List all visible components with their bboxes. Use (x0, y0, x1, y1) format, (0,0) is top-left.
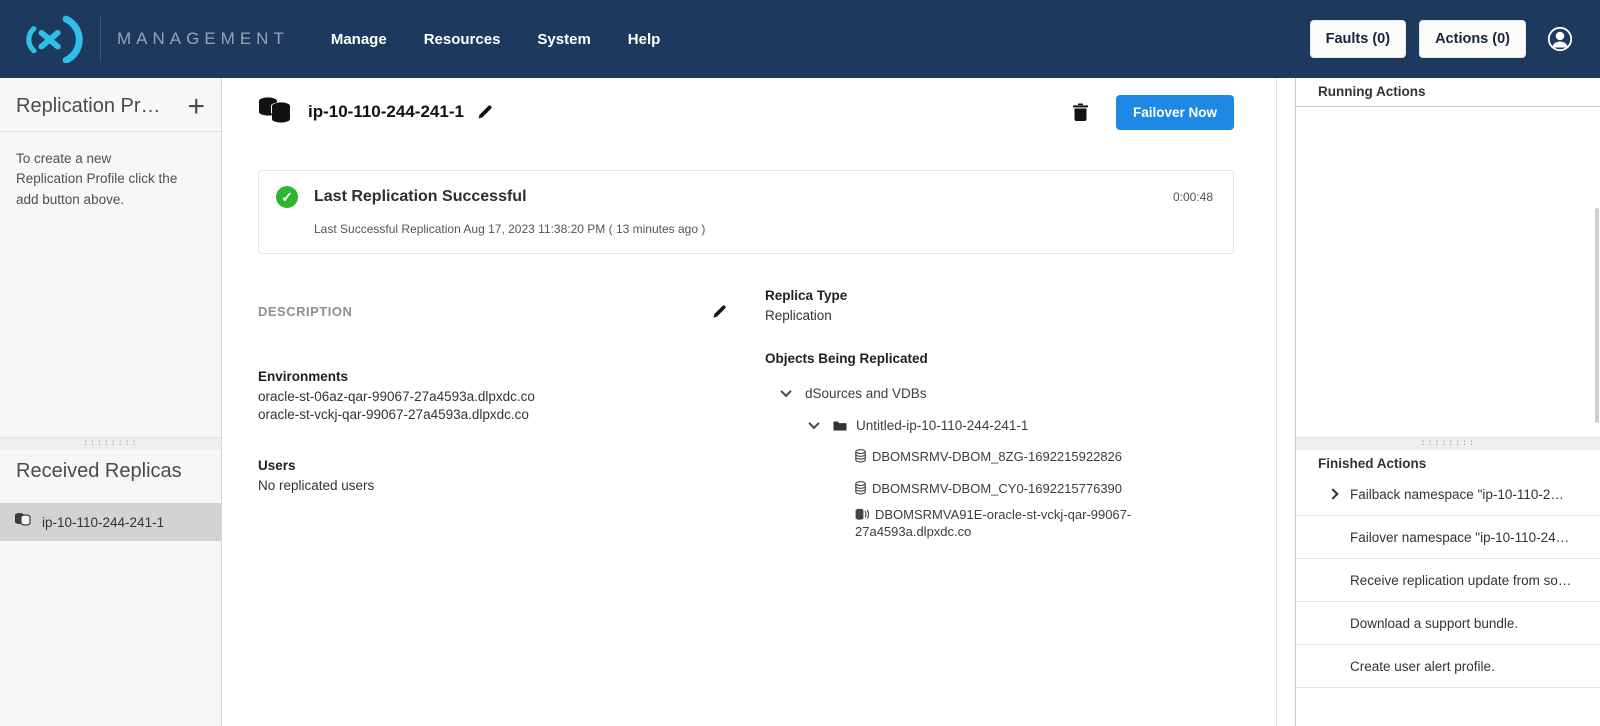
failover-now-button[interactable]: Failover Now (1116, 95, 1234, 130)
users-label: Users (258, 458, 727, 473)
scrollbar-thumb[interactable] (1595, 208, 1599, 423)
dsource-icon (855, 508, 869, 521)
finished-action-row[interactable]: Failback namespace "ip-10-110-2… (1296, 473, 1600, 516)
user-avatar-icon[interactable] (1546, 25, 1574, 53)
menu-help[interactable]: Help (628, 31, 661, 48)
actions-button[interactable]: Actions (0) (1419, 20, 1526, 58)
database-icon (855, 481, 866, 495)
tree-group-label: Untitled-ip-10-110-244-241-1 (856, 418, 1028, 433)
users-block: Users No replicated users (258, 458, 727, 495)
environments-label: Environments (258, 369, 727, 384)
sidebar-resize-handle[interactable]: :::::::: (0, 437, 221, 450)
delete-trash-icon[interactable] (1072, 102, 1089, 122)
tree-leaf-vdb[interactable]: DBOMSRMV-DBOM_8ZG-1692215922826 (855, 448, 1145, 466)
action-row-label: Download a support bundle. (1350, 616, 1518, 631)
main-content: ip-10-110-244-241-1 Failover Now (222, 78, 1277, 726)
panel-resize-handle[interactable]: :::::::: (1296, 437, 1600, 450)
page-title-row: ip-10-110-244-241-1 Failover Now (258, 93, 1234, 131)
chevron-down-icon[interactable] (808, 418, 819, 429)
chevron-right-icon[interactable] (1327, 488, 1338, 499)
objects-block: Objects Being Replicated dSources and VD… (765, 351, 1145, 541)
replication-profiles-header: Replication Pr… + (0, 78, 221, 132)
navbar-right: Faults (0) Actions (0) (1310, 20, 1574, 58)
action-row-label: Receive replication update from so… (1350, 573, 1571, 588)
title-actions: Failover Now (1072, 95, 1234, 130)
finished-action-row[interactable]: Receive replication update from so… (1296, 559, 1600, 602)
tree-node-dsources[interactable]: dSources and VDBs (765, 386, 1145, 401)
edit-title-pencil-icon[interactable] (477, 104, 493, 120)
database-stack-icon (258, 96, 294, 128)
status-head: ✓ Last Replication Successful 0:00:48 (276, 186, 1213, 208)
menu-system[interactable]: System (537, 31, 590, 48)
menu-resources[interactable]: Resources (424, 31, 501, 48)
detail-columns: DESCRIPTION Environments oracle-st-06az-… (258, 304, 1234, 541)
replica-type-label: Replica Type (765, 288, 1145, 303)
finished-action-row[interactable]: Failover namespace "ip-10-110-24… (1296, 516, 1600, 559)
finished-actions-list: Failback namespace "ip-10-110-2… Failove… (1296, 473, 1600, 688)
sidebar-item-replica[interactable]: ip-10-110-244-241-1 (0, 503, 221, 541)
tree-leaves: DBOMSRMV-DBOM_8ZG-1692215922826 DBOMSRMV… (765, 448, 1145, 541)
action-row-label: Create user alert profile. (1350, 659, 1495, 674)
users-value: No replicated users (258, 477, 727, 495)
faults-button[interactable]: Faults (0) (1310, 20, 1406, 58)
folder-icon (833, 420, 847, 431)
replica-icon (14, 512, 31, 532)
environments-block: Environments oracle-st-06az-qar-99067-27… (258, 369, 727, 424)
status-duration: 0:00:48 (1173, 190, 1213, 204)
tree-leaf-label: DBOMSRMVA91E-oracle-st-vckj-qar-99067-27… (855, 507, 1131, 540)
finished-action-row[interactable]: Download a support bundle. (1296, 602, 1600, 645)
menu-manage[interactable]: Manage (331, 31, 387, 48)
status-detail: Last Successful Replication Aug 17, 2023… (314, 222, 1213, 236)
main-menu: Manage Resources System Help (331, 31, 660, 48)
replication-status-card: ✓ Last Replication Successful 0:00:48 La… (258, 170, 1234, 254)
running-actions-header: Running Actions (1296, 78, 1600, 107)
app-body: Replication Pr… + To create a new Replic… (0, 78, 1600, 726)
tree-node-group[interactable]: Untitled-ip-10-110-244-241-1 (765, 418, 1145, 433)
tree-root-label: dSources and VDBs (805, 386, 927, 401)
description-label: DESCRIPTION (258, 304, 352, 319)
action-row-label: Failover namespace "ip-10-110-24… (1350, 530, 1569, 545)
page-title: ip-10-110-244-241-1 (308, 102, 464, 122)
replica-details-column: Replica Type Replication Objects Being R… (765, 288, 1145, 541)
replication-profiles-title: Replication Pr… (16, 95, 161, 118)
received-replicas-title: Received Replicas (16, 460, 182, 483)
description-column: DESCRIPTION Environments oracle-st-06az-… (258, 304, 727, 494)
tree-leaf-label: DBOMSRMV-DBOM_CY0-1692215776390 (872, 481, 1122, 496)
environment-item: oracle-st-vckj-qar-99067-27a4593a.dlpxdc… (258, 406, 727, 424)
chevron-down-icon[interactable] (780, 386, 791, 397)
brand-title: MANAGEMENT (117, 29, 289, 49)
panel-gap (1277, 78, 1295, 726)
edit-description-pencil-icon[interactable] (712, 304, 727, 319)
description-row: DESCRIPTION (258, 304, 727, 319)
database-icon (855, 449, 866, 463)
replication-sidebar: Replication Pr… + To create a new Replic… (0, 78, 222, 726)
top-navbar: MANAGEMENT Manage Resources System Help … (0, 0, 1600, 78)
add-profile-button[interactable]: + (187, 96, 205, 118)
sidebar-replica-label: ip-10-110-244-241-1 (42, 515, 164, 530)
navbar-divider (100, 17, 101, 61)
tree-leaf-vdb[interactable]: DBOMSRMV-DBOM_CY0-1692215776390 (855, 480, 1145, 498)
action-row-label: Failback namespace "ip-10-110-2… (1350, 487, 1564, 502)
delphix-logo-icon (14, 15, 88, 63)
objects-label: Objects Being Replicated (765, 351, 1145, 366)
status-title: Last Replication Successful (314, 188, 527, 206)
environment-item: oracle-st-06az-qar-99067-27a4593a.dlpxdc… (258, 388, 727, 406)
success-check-icon: ✓ (276, 186, 298, 208)
add-profile-hint: To create a new Replication Profile clic… (0, 132, 196, 227)
replica-type-value: Replication (765, 307, 1145, 325)
tree-leaf-label: DBOMSRMV-DBOM_8ZG-1692215922826 (872, 449, 1122, 464)
finished-action-row[interactable]: Create user alert profile. (1296, 645, 1600, 688)
tree-leaf-dsource[interactable]: DBOMSRMVA91E-oracle-st-vckj-qar-99067-27… (855, 506, 1145, 541)
actions-panel: Running Actions :::::::: Finished Action… (1295, 78, 1600, 726)
